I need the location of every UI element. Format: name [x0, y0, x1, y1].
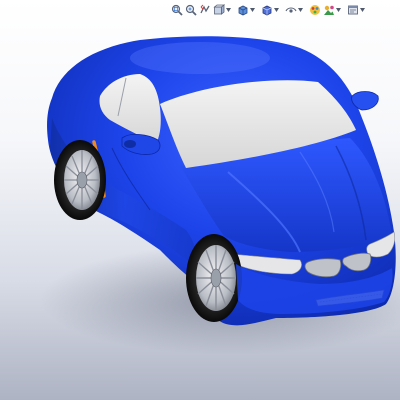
front-wheel — [186, 234, 242, 322]
graphics-area[interactable] — [0, 0, 400, 400]
rear-wheel — [54, 140, 106, 220]
car-model[interactable] — [0, 0, 400, 400]
